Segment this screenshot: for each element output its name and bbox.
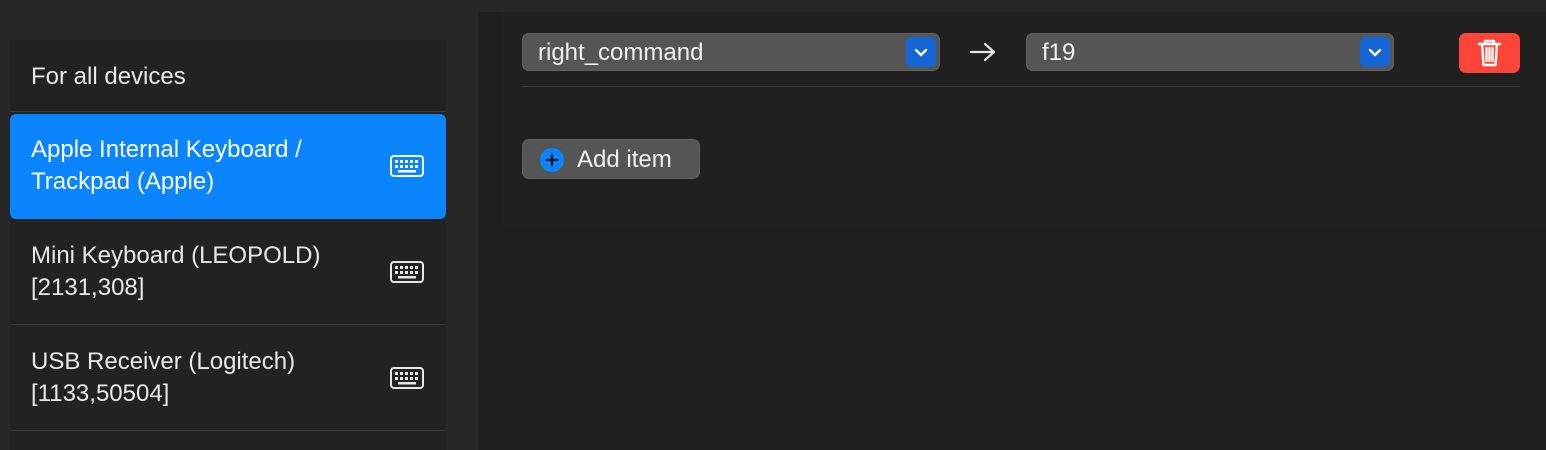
keyboard-icon [390, 155, 424, 177]
device-list: For all devices Apple Internal Keyboard … [10, 40, 446, 450]
sidebar-item-device[interactable]: USB Receiver (Logitech) [1133,50504] [10, 326, 446, 431]
sidebar-item-device[interactable]: Apple Internal Keyboard / Trackpad (Appl… [10, 114, 446, 219]
window-top-strip [0, 0, 1546, 12]
delete-mapping-button[interactable] [1459, 33, 1520, 73]
sidebar: For all devices Apple Internal Keyboard … [0, 12, 478, 450]
to-key-value: f19 [1042, 39, 1076, 66]
chevron-down-icon[interactable] [1360, 37, 1390, 67]
arrow-right-icon [969, 42, 996, 62]
chevron-down-icon[interactable] [906, 37, 936, 67]
add-item-button[interactable]: Add item [522, 139, 700, 179]
add-item-label: Add item [577, 146, 672, 173]
device-name: Apple Internal Keyboard / Trackpad (Appl… [31, 136, 302, 195]
sidebar-item-label: For all devices [31, 63, 186, 90]
trash-icon [1477, 39, 1502, 67]
plus-circle-icon [540, 148, 564, 172]
mappings-panel: right_command f19 Add item [502, 12, 1546, 227]
sidebar-item-device[interactable]: Mini Keyboard (LEOPOLD) [2131,308] [10, 220, 446, 325]
keyboard-icon [390, 367, 424, 389]
from-key-popup[interactable]: right_command [522, 33, 940, 71]
from-key-value: right_command [538, 39, 704, 66]
device-name: USB Receiver (Logitech) [1133,50504] [31, 348, 296, 407]
sidebar-item-all-devices[interactable]: For all devices [10, 40, 446, 112]
to-key-popup[interactable]: f19 [1026, 33, 1394, 71]
keyboard-icon [390, 261, 424, 283]
device-name: Mini Keyboard (LEOPOLD) [2131,308] [31, 242, 321, 301]
row-divider [522, 86, 1520, 87]
